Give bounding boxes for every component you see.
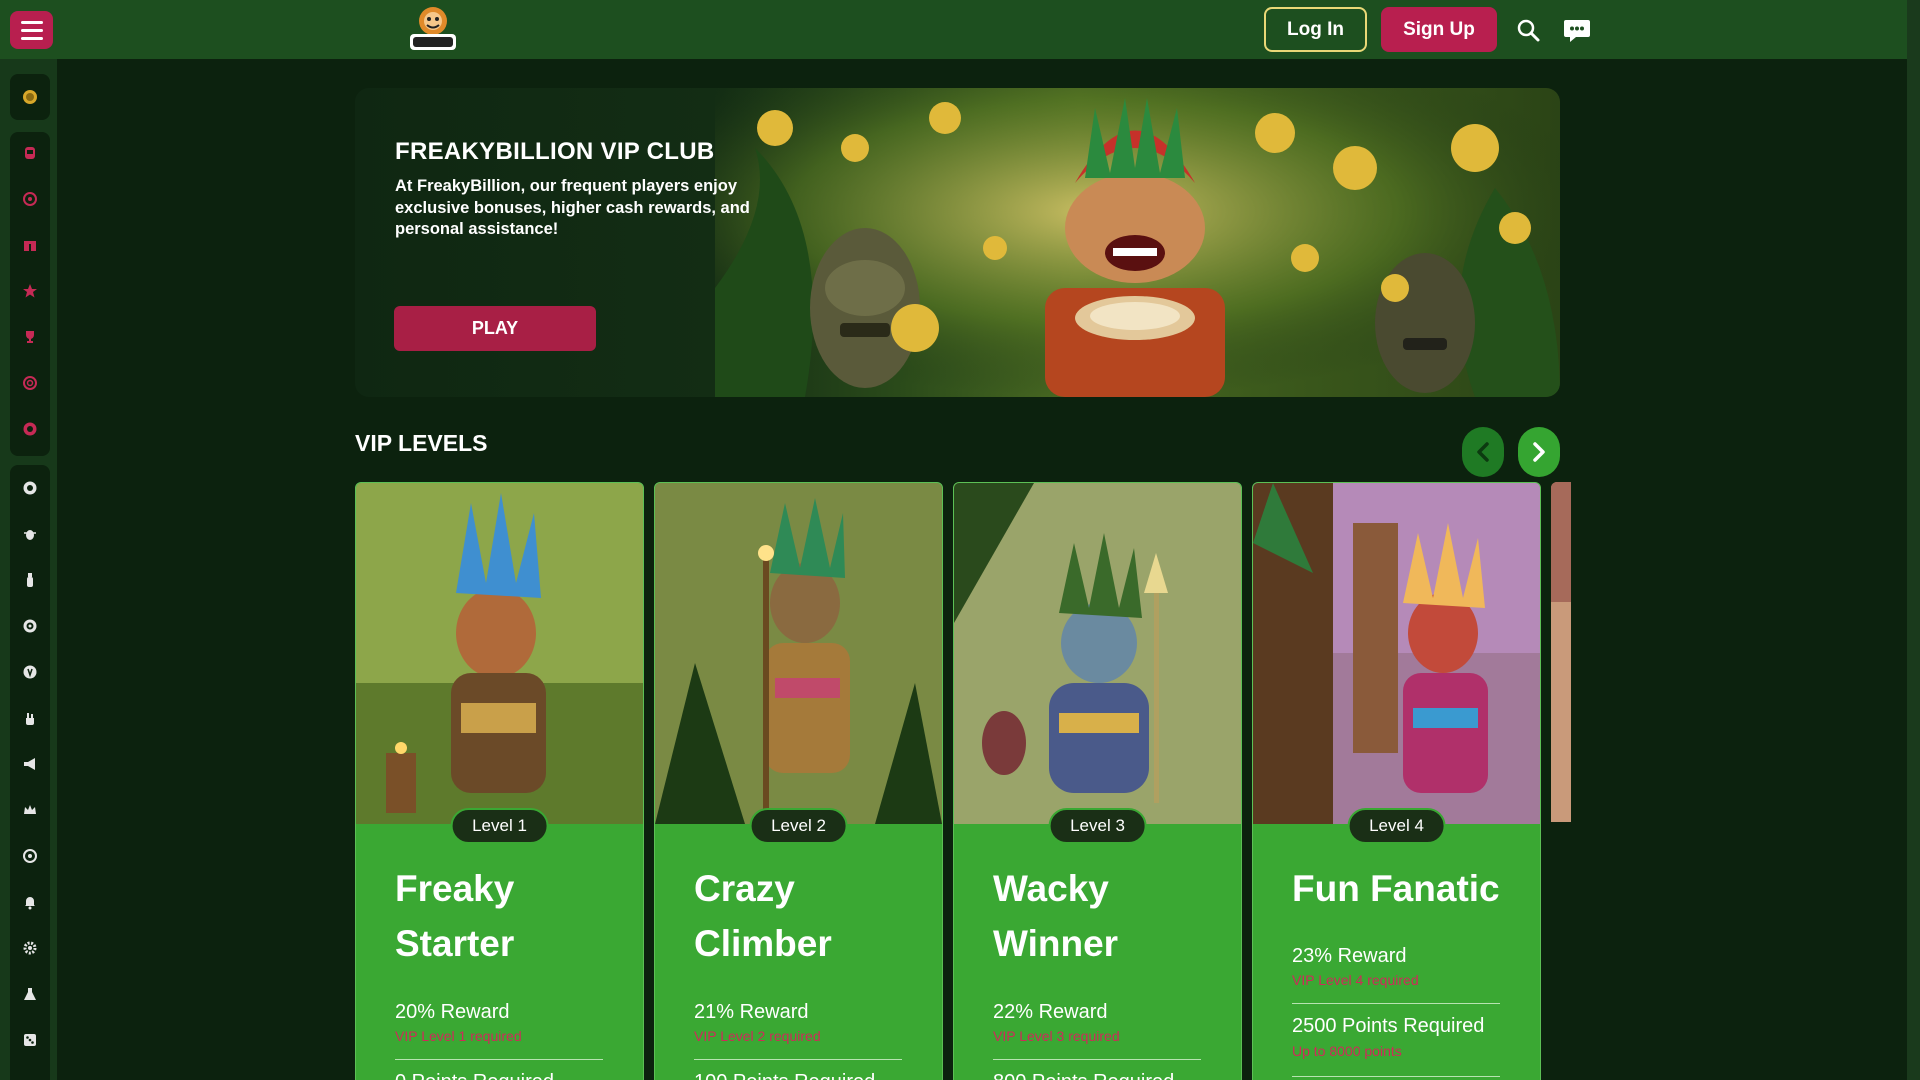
level-name: Wacky Winner	[993, 868, 1119, 964]
login-button[interactable]: Log In	[1264, 7, 1367, 52]
sidebar-group-top	[10, 74, 50, 120]
menu-line	[20, 36, 43, 40]
card-divider	[993, 1059, 1201, 1060]
slot-icon[interactable]	[22, 145, 38, 161]
level-badge: Level 4	[1347, 808, 1446, 844]
freakybillion-logo[interactable]	[404, 4, 462, 54]
top-bar: Log In Sign Up	[0, 0, 1920, 59]
shield-icon[interactable]	[22, 664, 38, 680]
sidebar-group-games	[10, 465, 50, 1080]
star-icon[interactable]	[22, 283, 38, 299]
level-5-character-illustration	[1551, 482, 1571, 822]
page-scrollbar[interactable]	[1907, 0, 1920, 1080]
chat-icon[interactable]	[1563, 16, 1591, 44]
bug-icon[interactable]	[22, 526, 38, 542]
gear-icon[interactable]	[22, 940, 38, 956]
reward-percent: 20% Reward	[395, 1001, 510, 1023]
vip-level-card[interactable]: Level 2 Crazy Climber 21% Reward VIP Lev…	[654, 482, 943, 1080]
level-2-character-illustration	[655, 483, 942, 824]
bell-icon[interactable]	[22, 894, 38, 910]
circle-icon[interactable]	[22, 618, 38, 634]
vip-hero-banner: FREAKYBILLION VIP CLUB At FreakyBillion,…	[355, 88, 1560, 397]
points-range: Up to 8000 points	[1292, 1043, 1402, 1059]
wheel-icon[interactable]	[22, 421, 38, 437]
level-requirement: VIP Level 2 required	[694, 1028, 821, 1044]
level-4-character-illustration	[1253, 483, 1540, 824]
menu-line	[20, 20, 43, 24]
coin-icon[interactable]	[22, 89, 38, 105]
level-3-character-illustration	[954, 483, 1241, 824]
search-icon[interactable]	[1515, 17, 1541, 43]
crown-icon[interactable]	[22, 802, 38, 818]
flask-icon[interactable]	[22, 986, 38, 1002]
globe-icon[interactable]	[22, 848, 38, 864]
chevron-right-icon	[1533, 442, 1545, 462]
signup-button[interactable]: Sign Up	[1381, 7, 1497, 52]
card-divider	[395, 1059, 603, 1060]
roulette-icon[interactable]	[22, 191, 38, 207]
reward-percent: 23% Reward	[1292, 945, 1407, 967]
level-badge: Level 1	[450, 808, 549, 844]
level-name: Freaky Starter	[395, 868, 515, 964]
points-required: 800 Points Required	[993, 1071, 1174, 1080]
level-name: Fun Fanatic	[1292, 868, 1500, 909]
bottle-icon[interactable]	[22, 572, 38, 588]
card-divider	[694, 1059, 902, 1060]
megaphone-icon[interactable]	[22, 756, 38, 772]
sidebar	[0, 59, 57, 1080]
card-divider	[1292, 1076, 1500, 1077]
menu-button[interactable]	[10, 11, 53, 49]
hero-title: FREAKYBILLION VIP CLUB	[395, 138, 715, 165]
chevron-left-icon	[1477, 442, 1489, 462]
reward-percent: 22% Reward	[993, 1001, 1108, 1023]
carousel-prev-button[interactable]	[1462, 427, 1504, 477]
target-icon[interactable]	[22, 375, 38, 391]
menu-line	[20, 28, 43, 32]
gift-icon[interactable]	[22, 237, 38, 253]
sidebar-group-casino	[10, 132, 50, 456]
carousel-next-button[interactable]	[1518, 427, 1560, 477]
level-badge: Level 3	[1048, 808, 1147, 844]
hero-jungle-illustration	[715, 88, 1560, 397]
points-required: 100 Points Required	[694, 1071, 875, 1080]
hand-icon[interactable]	[22, 710, 38, 726]
level-1-character-illustration	[356, 483, 643, 824]
points-required: 0 Points Required	[395, 1071, 554, 1080]
vip-level-card[interactable]: Level 4 Fun Fanatic 23% Reward VIP Level…	[1252, 482, 1541, 1080]
vip-level-card[interactable]: Level 1 Freaky Starter 20% Reward VIP Le…	[355, 482, 644, 1080]
vip-level-card[interactable]: Level 3 Wacky Winner 22% Reward VIP Leve…	[953, 482, 1242, 1080]
card-divider	[1292, 1003, 1500, 1004]
level-badge: Level 2	[749, 808, 848, 844]
poker-chip-icon[interactable]	[22, 480, 38, 496]
level-requirement: VIP Level 3 required	[993, 1028, 1120, 1044]
play-button[interactable]: PLAY	[394, 306, 596, 351]
dice-icon[interactable]	[22, 1032, 38, 1048]
reward-percent: 21% Reward	[694, 1001, 809, 1023]
level-requirement: VIP Level 4 required	[1292, 972, 1419, 988]
vip-levels-title: VIP LEVELS	[355, 430, 488, 456]
vip-level-card-partial[interactable]	[1551, 482, 1571, 822]
trophy-icon[interactable]	[22, 329, 38, 345]
level-name: Crazy Climber	[694, 868, 832, 964]
points-required: 2500 Points Required	[1292, 1015, 1485, 1037]
level-requirement: VIP Level 1 required	[395, 1028, 522, 1044]
hero-description: At FreakyBillion, our frequent players e…	[395, 177, 750, 238]
